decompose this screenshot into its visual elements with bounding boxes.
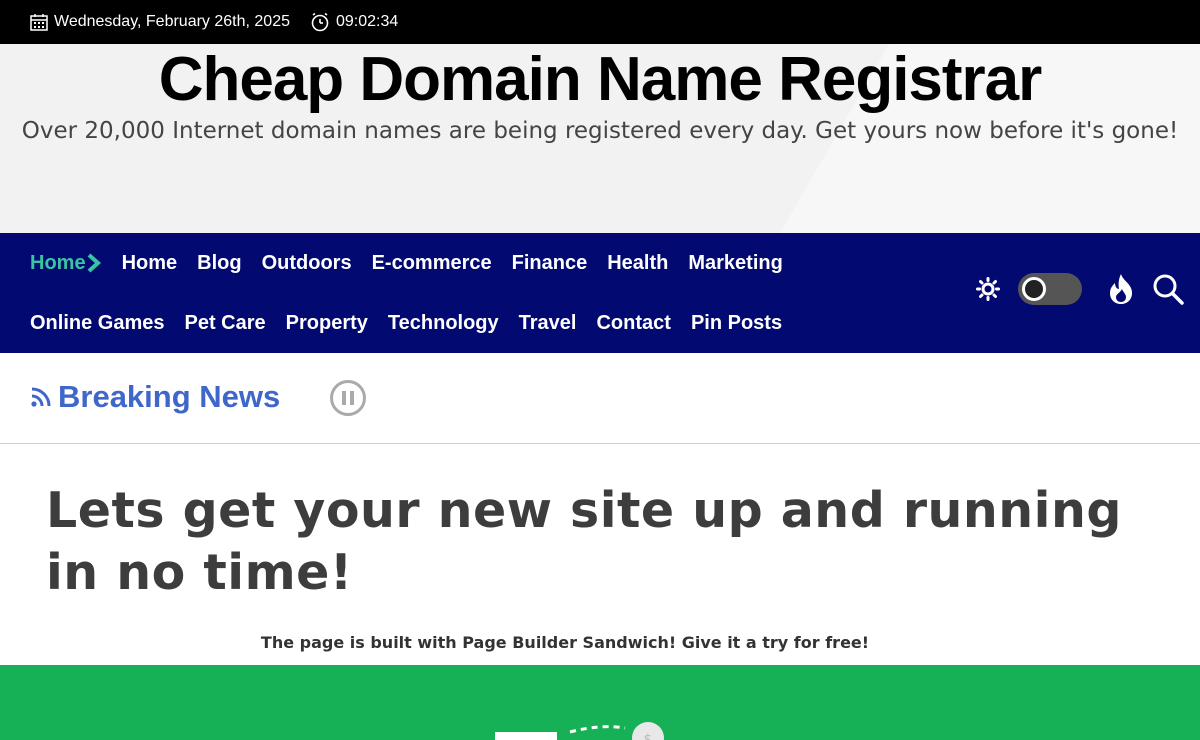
time-text: 09:02:34 bbox=[336, 13, 399, 30]
nav-item-outdoors[interactable]: Outdoors bbox=[262, 252, 352, 275]
search-icon[interactable] bbox=[1152, 273, 1184, 305]
nav-item-pet-care[interactable]: Pet Care bbox=[185, 312, 266, 335]
pause-icon bbox=[342, 391, 346, 405]
top-bar: Wednesday, February 26th, 2025 09:02:34 bbox=[0, 0, 1200, 44]
site-tagline: Over 20,000 Internet domain names are be… bbox=[21, 118, 1179, 144]
sun-icon[interactable] bbox=[976, 277, 1000, 301]
page-subtext: The page is built with Page Builder Sand… bbox=[260, 633, 870, 652]
nav-item-contact[interactable]: Contact bbox=[596, 312, 670, 335]
nav-tools bbox=[976, 273, 1184, 305]
calendar-icon bbox=[30, 14, 48, 31]
page-headline: Lets get your new site up and running in… bbox=[46, 482, 1122, 601]
nav-item-ecommerce[interactable]: E-commerce bbox=[372, 252, 492, 275]
nav-item-travel[interactable]: Travel bbox=[519, 312, 577, 335]
dark-mode-toggle[interactable] bbox=[1018, 273, 1082, 305]
chevron-right-icon bbox=[87, 253, 101, 273]
date-display: Wednesday, February 26th, 2025 bbox=[30, 13, 290, 31]
nav-item-label: Home bbox=[30, 251, 86, 274]
main-navigation: Home Home Blog Outdoors E-commerce Finan… bbox=[0, 233, 1200, 353]
breaking-news-label: Breaking News bbox=[30, 379, 280, 415]
rss-icon bbox=[31, 387, 51, 407]
nav-item-pin-posts[interactable]: Pin Posts bbox=[691, 312, 782, 335]
nav-item-blog[interactable]: Blog bbox=[197, 252, 241, 275]
nav-item-home-active[interactable]: Home bbox=[30, 252, 102, 275]
nav-item-technology[interactable]: Technology bbox=[388, 312, 499, 335]
hero-banner: $ bbox=[0, 665, 1200, 740]
illustration: $ bbox=[495, 722, 664, 740]
nav-item-health[interactable]: Health bbox=[607, 252, 668, 275]
site-title[interactable]: Cheap Domain Name Registrar bbox=[0, 44, 1200, 115]
nav-item-finance[interactable]: Finance bbox=[512, 252, 588, 275]
nav-row-1: Home Home Blog Outdoors E-commerce Finan… bbox=[30, 233, 803, 293]
fire-icon[interactable] bbox=[1108, 273, 1134, 305]
nav-item-property[interactable]: Property bbox=[286, 312, 368, 335]
pause-button[interactable] bbox=[330, 380, 366, 416]
breaking-news-text: Breaking News bbox=[58, 379, 281, 414]
svg-text:$: $ bbox=[644, 732, 653, 740]
nav-row-2: Online Games Pet Care Property Technolog… bbox=[30, 293, 802, 353]
date-text: Wednesday, February 26th, 2025 bbox=[54, 13, 290, 30]
time-display: 09:02:34 bbox=[310, 12, 398, 32]
clock-icon bbox=[311, 12, 329, 32]
nav-item-online-games[interactable]: Online Games bbox=[30, 312, 165, 335]
nav-item-marketing[interactable]: Marketing bbox=[688, 252, 782, 275]
breaking-news-bar: Breaking News bbox=[0, 353, 1200, 444]
nav-item-home[interactable]: Home bbox=[122, 252, 178, 275]
toggle-knob bbox=[1022, 277, 1046, 301]
